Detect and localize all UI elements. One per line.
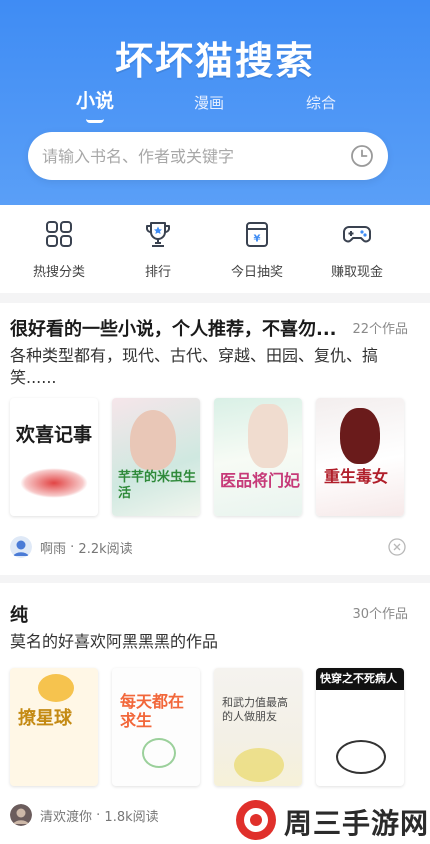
grid-icon <box>46 221 72 247</box>
list-meta: 清欢渡你 · 1.8k阅读 <box>10 804 159 826</box>
cover-title: 快穿之不死病人 <box>320 672 397 685</box>
author-name[interactable]: 啊雨 <box>40 538 66 557</box>
meta-dot: · <box>92 807 105 823</box>
tab-novel-label: 小说 <box>75 90 114 112</box>
list-meta: 啊雨 · 2.2k阅读 <box>10 536 133 558</box>
author-name[interactable]: 清欢渡你 <box>40 806 92 825</box>
list-title: 很好看的一些小说，个人推荐，不喜勿... <box>10 319 337 340</box>
watermark-text: 周三手游网 <box>284 807 430 840</box>
list-description: 莫名的好喜欢阿黑黑黑的作品 <box>10 632 219 651</box>
search-header: 坏坏猫搜索 小说 漫画 综合 <box>0 0 430 205</box>
app-logo: 坏坏猫搜索 <box>114 39 315 83</box>
history-clock-icon[interactable] <box>350 144 374 168</box>
quick-hot-category[interactable]: 热搜分类 <box>14 219 104 280</box>
cover-title: 撩星球 <box>18 708 72 729</box>
book-cover[interactable]: 重生毒女 <box>316 398 404 516</box>
active-tab-indicator <box>86 119 104 123</box>
search-box[interactable] <box>28 132 388 180</box>
quick-daily-lottery[interactable]: ¥ 今日抽奖 <box>212 219 302 280</box>
book-covers: 撩星球 每天都在求生 和武力值最高的人做朋友 快穿之不死病人 <box>10 668 420 786</box>
list-description: 各种类型都有，现代、古代、穿越、田园、复仇、搞笑...... <box>10 346 379 387</box>
quick-action-label: 热搜分类 <box>32 265 85 280</box>
gamepad-icon <box>343 226 371 243</box>
list-title: 纯 <box>10 605 28 626</box>
tab-general[interactable]: 综合 <box>296 92 346 113</box>
tab-comic[interactable]: 漫画 <box>184 92 234 113</box>
book-list-card[interactable]: 很好看的一些小说，个人推荐，不喜勿... 22个作品 各种类型都有，现代、古代、… <box>0 303 430 575</box>
cover-title: 医品将门妃 <box>220 471 301 490</box>
meta-dot: · <box>66 539 79 555</box>
lottery-icon: ¥ <box>246 222 268 247</box>
quick-ranking[interactable]: 排行 <box>113 219 203 280</box>
book-covers: 欢喜记事 芊芊的米虫生活 医品将门妃 重生毒女 <box>10 398 420 516</box>
cover-title: 芊芊的米虫生活 <box>118 470 197 501</box>
trophy-icon <box>146 222 170 247</box>
avatar[interactable] <box>10 804 32 826</box>
list-count: 22个作品 <box>352 322 408 337</box>
search-input[interactable] <box>42 132 342 180</box>
category-tabs: 小说 漫画 综合 <box>0 88 430 128</box>
site-watermark: 周三手游网 <box>228 796 430 844</box>
book-cover[interactable]: 医品将门妃 <box>214 398 302 516</box>
quick-action-label: 赚取现金 <box>330 265 383 280</box>
cover-title: 每天都在求生 <box>120 692 185 730</box>
book-cover[interactable]: 欢喜记事 <box>10 398 98 516</box>
section-divider <box>0 293 430 303</box>
cover-title: 和武力值最高的人做朋友 <box>222 696 288 723</box>
section-divider <box>0 575 430 583</box>
book-cover[interactable]: 和武力值最高的人做朋友 <box>214 668 302 786</box>
quick-action-label: 排行 <box>144 265 171 280</box>
book-cover[interactable]: 撩星球 <box>10 668 98 786</box>
read-count: 2.2k阅读 <box>78 541 133 557</box>
svg-text:¥: ¥ <box>254 234 261 245</box>
list-count: 30个作品 <box>352 607 408 622</box>
quick-earn-cash[interactable]: 赚取现金 <box>312 219 402 280</box>
book-cover[interactable]: 芊芊的米虫生活 <box>112 398 200 516</box>
book-cover[interactable]: 每天都在求生 <box>112 668 200 786</box>
close-icon[interactable] <box>388 538 406 556</box>
quick-action-label: 今日抽奖 <box>230 265 283 280</box>
book-cover[interactable]: 快穿之不死病人 <box>316 668 404 786</box>
quick-actions: 热搜分类 排行 ¥ 今日抽奖 赚取现金 <box>0 205 430 293</box>
read-count: 1.8k阅读 <box>104 809 159 825</box>
avatar[interactable] <box>10 536 32 558</box>
cover-title: 欢喜记事 <box>16 424 93 446</box>
cover-title: 重生毒女 <box>324 467 389 486</box>
tab-novel[interactable]: 小说 <box>70 86 120 123</box>
watermark-logo-icon <box>236 800 276 840</box>
